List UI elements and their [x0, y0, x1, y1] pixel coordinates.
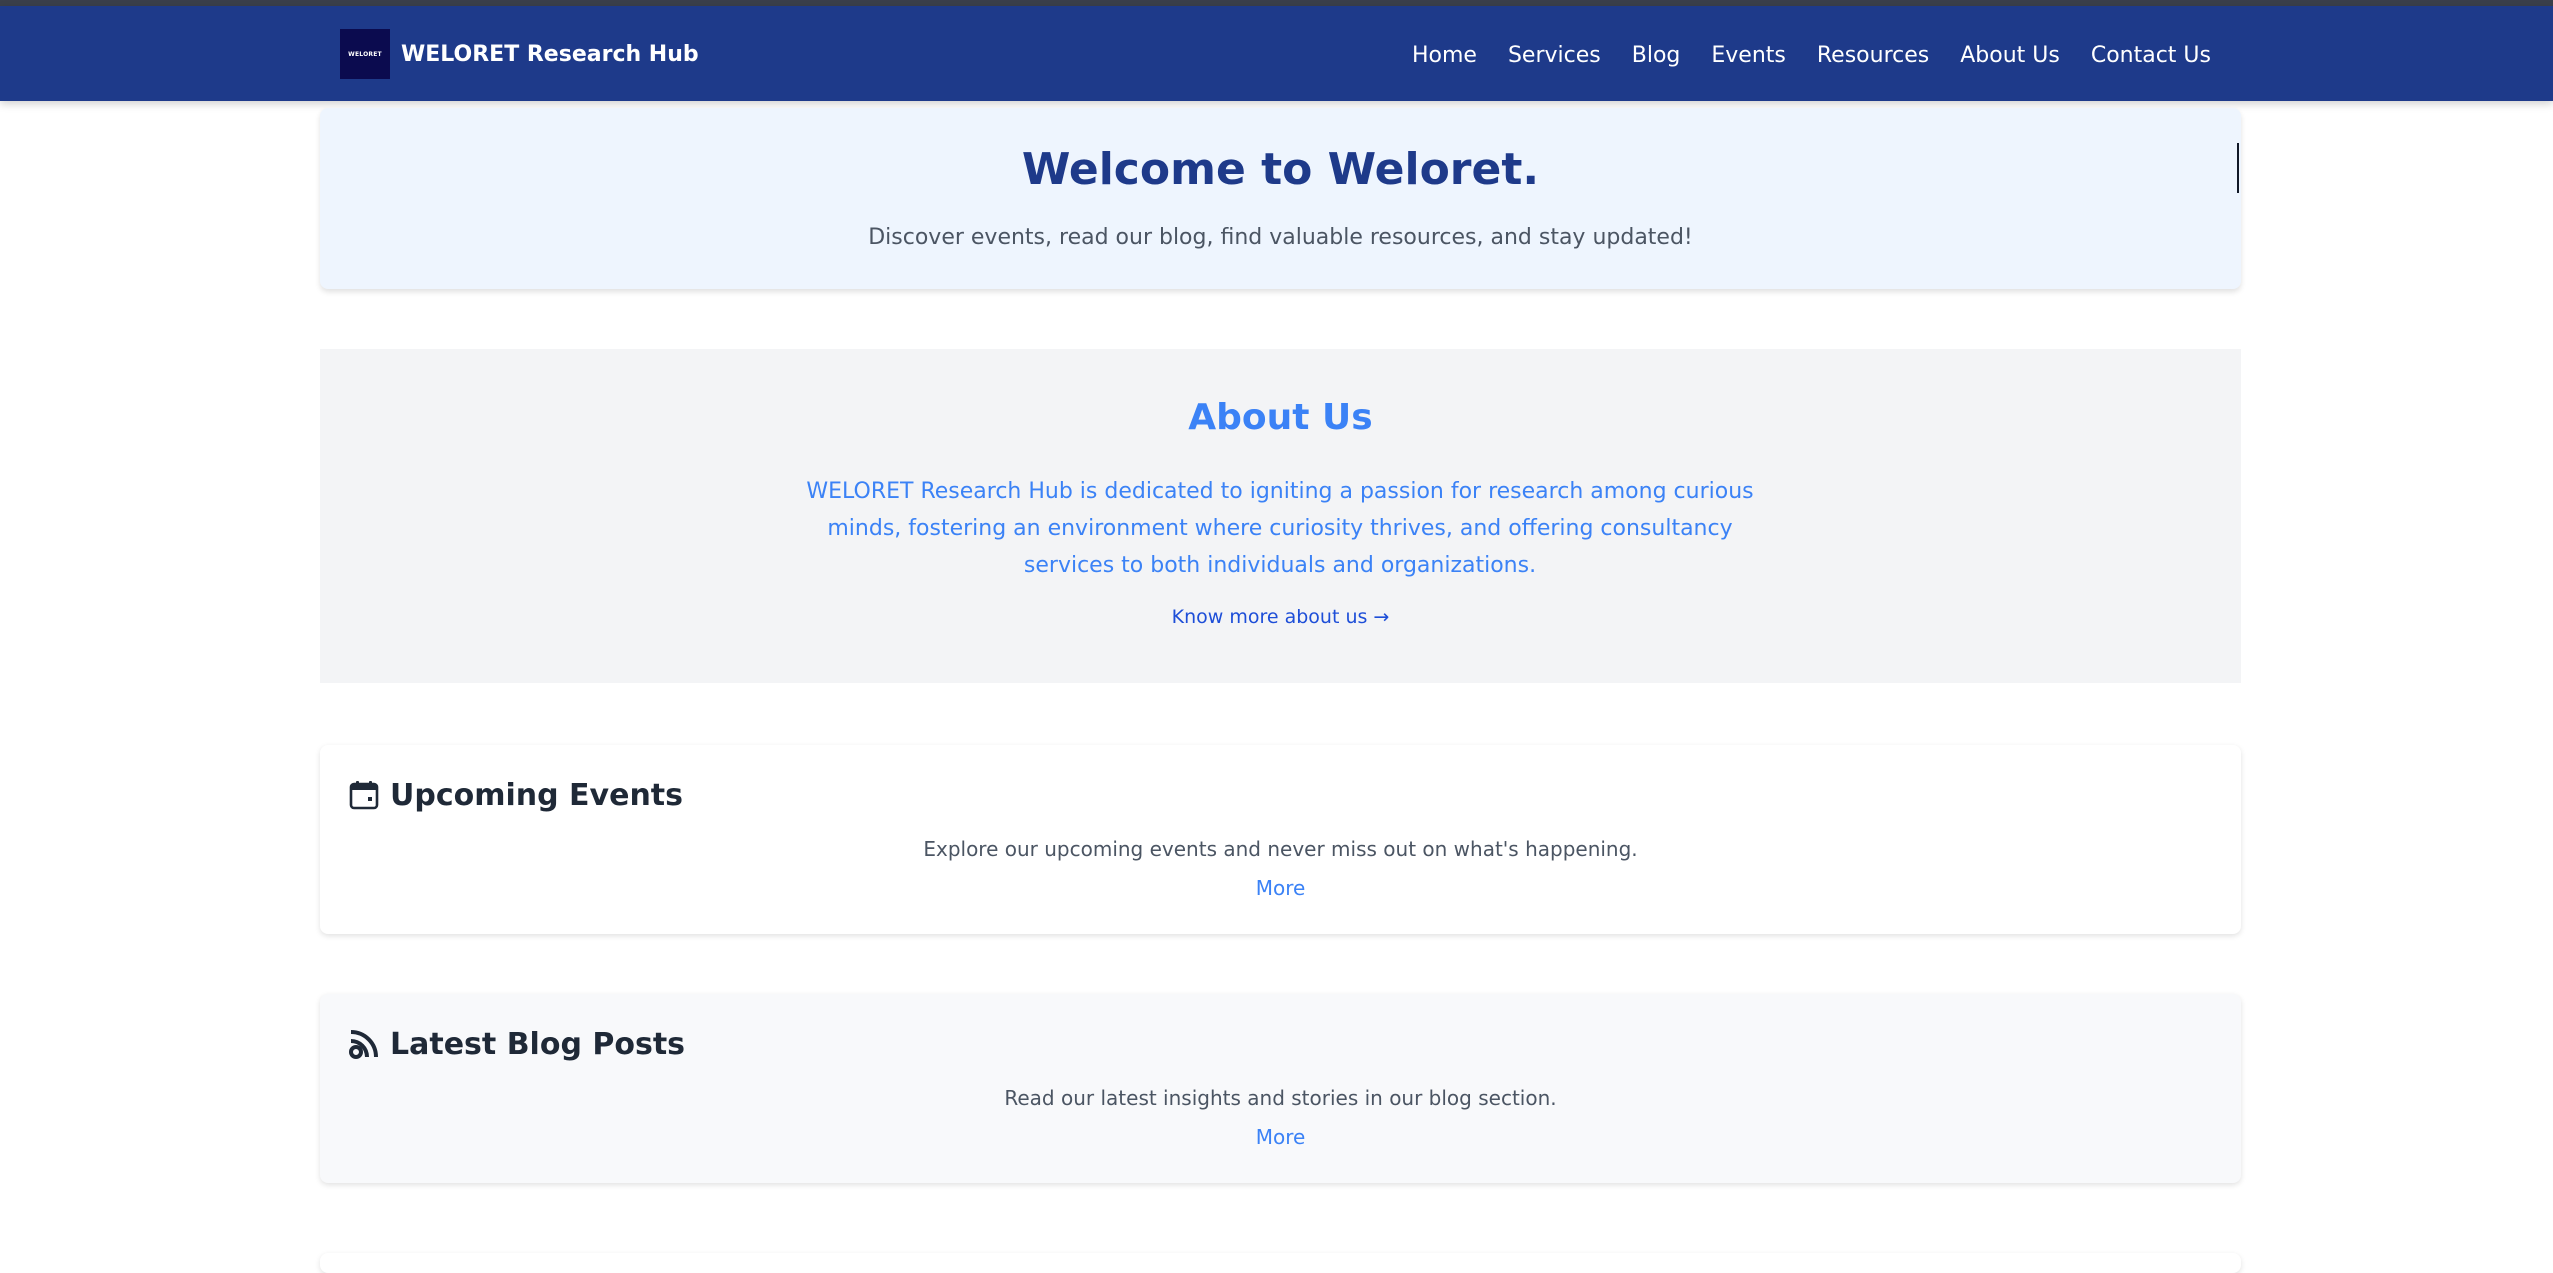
- events-description: Explore our upcoming events and never mi…: [923, 837, 1638, 861]
- hero-subtitle: Discover events, read our blog, find val…: [868, 225, 1693, 250]
- logo-text: WELORET: [348, 50, 382, 58]
- nav-link-contact-us[interactable]: Contact Us: [2091, 43, 2211, 68]
- blog-card-header: Latest Blog Posts: [348, 1024, 685, 1064]
- brand[interactable]: WELORET WELORET Research Hub: [340, 29, 699, 79]
- blog-title: Latest Blog Posts: [390, 1026, 686, 1062]
- next-card-partial: [320, 1253, 2241, 1273]
- hero-section: Welcome to Weloret. Discover events, rea…: [320, 108, 2241, 289]
- brand-name[interactable]: WELORET Research Hub: [401, 42, 699, 67]
- nav-link-events[interactable]: Events: [1711, 43, 1786, 68]
- blog-more-link[interactable]: More: [320, 1125, 2241, 1149]
- rss-icon: [349, 1030, 378, 1059]
- nav-link-about-us[interactable]: About Us: [1960, 43, 2060, 68]
- know-more-link[interactable]: Know more about us →: [320, 606, 2241, 628]
- nav-link-blog[interactable]: Blog: [1632, 43, 1681, 68]
- blog-description: Read our latest insights and stories in …: [1004, 1086, 1557, 1110]
- nav-link-home[interactable]: Home: [1412, 43, 1477, 68]
- about-section: About Us WELORET Research Hub is dedicat…: [320, 349, 2241, 683]
- about-description: WELORET Research Hub is dedicated to ign…: [806, 479, 1754, 578]
- hero-title: Welcome to Weloret.: [1021, 144, 1540, 195]
- events-title: Upcoming Events: [390, 777, 683, 813]
- events-card-header: Upcoming Events: [348, 775, 683, 815]
- logo[interactable]: WELORET: [340, 29, 390, 79]
- navbar: WELORET WELORET Research Hub Home Servic…: [0, 6, 2553, 101]
- nav-link-resources[interactable]: Resources: [1817, 43, 1929, 68]
- events-more-link[interactable]: More: [320, 876, 2241, 900]
- calendar-icon: [349, 781, 379, 810]
- about-title: About Us: [1188, 397, 1373, 438]
- nav-link-services[interactable]: Services: [1508, 43, 1601, 68]
- main-nav: Home Services Blog Events Resources Abou…: [1412, 33, 2211, 77]
- text-cursor: [2237, 143, 2239, 193]
- upcoming-events-card: Upcoming Events Explore our upcoming eve…: [320, 745, 2241, 934]
- latest-blog-posts-card: Latest Blog Posts Read our latest insigh…: [320, 994, 2241, 1183]
